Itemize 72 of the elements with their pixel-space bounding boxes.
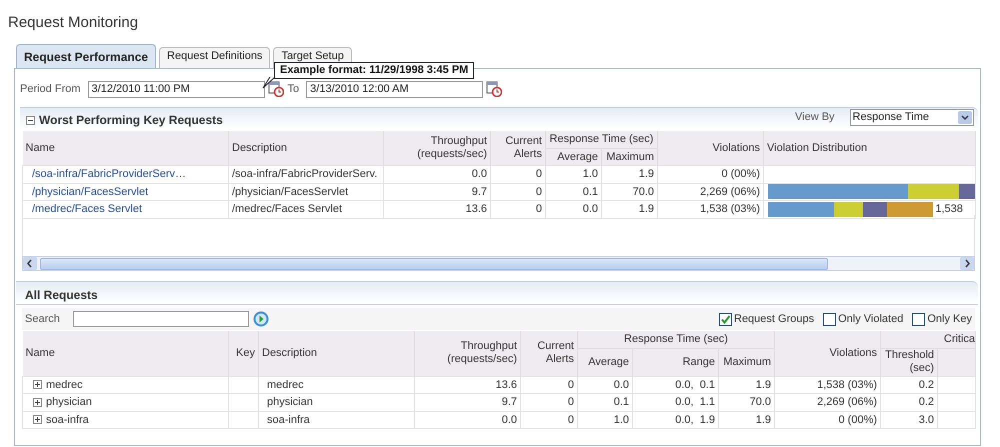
table-cell-text: soa-infra xyxy=(46,412,89,428)
distribution-value: 1,538 xyxy=(935,202,963,217)
table-cell: 0.0, 0.1 xyxy=(632,376,718,394)
column-header: Range xyxy=(632,348,718,376)
table-cell: 0 xyxy=(520,394,578,411)
column-header: Violations xyxy=(658,131,764,166)
table-cell: 1,538 (03%) xyxy=(774,376,881,394)
table-cell: 0.2 xyxy=(880,376,938,394)
table-cell: 1.0 xyxy=(578,411,632,428)
table-cell: medrec xyxy=(258,376,414,394)
tooltip: Example format: 11/29/1998 3:45 PM xyxy=(274,62,474,79)
table-cell: soa-infra xyxy=(258,411,414,428)
table-cell: /physician/FacesServlet xyxy=(228,183,384,200)
table-cell: 13.6 xyxy=(414,376,520,394)
column-header: Violations xyxy=(774,331,881,376)
table-cell: 0 xyxy=(490,200,546,218)
table-cell-text: medrec xyxy=(46,378,83,392)
table-cell: 1.0 xyxy=(546,166,602,183)
table-cell: 0 xyxy=(520,411,578,428)
table-cell: 1.9 xyxy=(602,166,658,183)
table-cell: 2,269 (06%) xyxy=(774,394,881,411)
table-cell: 0.0 xyxy=(546,200,602,218)
table-cell: 0.2 xyxy=(880,394,938,411)
table-cell: 0.0, 1.1 xyxy=(632,394,718,411)
period-from-label: Period From xyxy=(20,82,81,97)
column-header: Response Time (sec) xyxy=(546,131,658,148)
column-header: Throughput (requests/sec) xyxy=(384,131,490,166)
table-cell: 0.0, 1.9 xyxy=(632,411,718,428)
table-cell: 1.9 xyxy=(718,411,775,428)
page-title: Request Monitoring xyxy=(8,13,138,33)
table-cell: 2,269 (06%) xyxy=(658,183,764,200)
column-header: Maximum xyxy=(718,348,775,376)
column-header: Description xyxy=(228,131,384,166)
column-header: Current Alerts xyxy=(520,331,578,376)
table-cell: 70.0 xyxy=(718,394,775,411)
table-cell: 0.1 xyxy=(546,183,602,200)
table-cell: 1.9 xyxy=(602,200,658,218)
table-cell: /medrec/Faces Servlet xyxy=(228,200,384,218)
table-cell: 70.0 xyxy=(602,183,658,200)
column-header: Response Time (sec) xyxy=(578,331,775,348)
table-cell: 0 (00%) xyxy=(658,166,764,183)
table-cell: 1.9 xyxy=(718,376,775,394)
table-cell: 0 xyxy=(490,166,546,183)
table-cell-text: physician xyxy=(46,395,92,410)
table-cell: 0.0 xyxy=(384,166,490,183)
table-cell: 0 xyxy=(520,376,578,394)
section-title: Worst Performing Key Requests xyxy=(39,112,223,129)
table-cell: 0.0 xyxy=(578,376,632,394)
section-title: All Requests xyxy=(25,287,98,304)
column-header: Current Alerts xyxy=(490,131,546,166)
table-cell: physician xyxy=(258,394,414,411)
column-header: Name xyxy=(22,331,228,376)
column-header: Violation Distribution xyxy=(764,131,976,166)
table-cell: 0 (00%) xyxy=(774,411,881,428)
table-cell: 0.1 xyxy=(578,394,632,411)
table-cell: 9.7 xyxy=(384,183,490,200)
table-cell: 0 xyxy=(490,183,546,200)
table-cell: 0.0 xyxy=(414,411,520,428)
table-cell: 9.7 xyxy=(414,394,520,411)
table-cell: 13.6 xyxy=(384,200,490,218)
table-cell: 1,538 (03%) xyxy=(658,200,764,218)
column-header: Key xyxy=(228,331,258,376)
column-header: Threshold (sec) xyxy=(880,348,938,376)
column-header: Throughput (requests/sec) xyxy=(414,331,520,376)
column-header: Average xyxy=(578,348,632,376)
table-cell: /soa-infra/FabricProviderServ. xyxy=(228,166,384,183)
search-label: Search xyxy=(25,312,60,327)
column-header: Name xyxy=(22,131,228,166)
table-cell: 3.0 xyxy=(880,411,938,428)
column-header: Description xyxy=(258,331,414,376)
to-label: To xyxy=(288,82,300,97)
view-by-label: View By xyxy=(795,110,835,126)
